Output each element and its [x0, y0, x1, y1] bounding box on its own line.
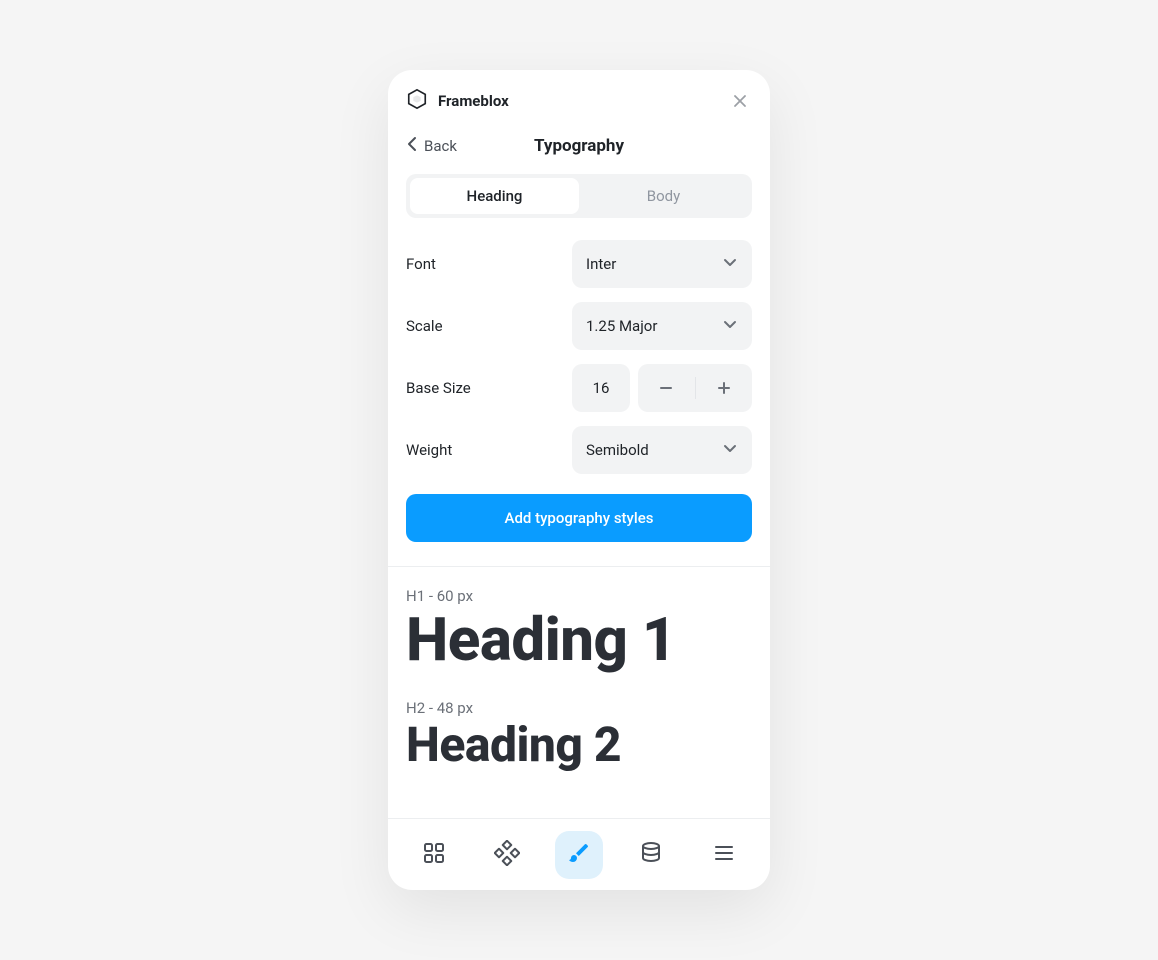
base-size-input[interactable]: 16: [572, 364, 630, 412]
increment-button[interactable]: [696, 364, 753, 412]
scale-row: Scale 1.25 Major: [406, 302, 752, 350]
decrement-button[interactable]: [638, 364, 695, 412]
nav-menu[interactable]: [700, 831, 748, 879]
font-label: Font: [406, 255, 436, 273]
logo-icon: [406, 88, 428, 114]
menu-icon: [712, 841, 736, 869]
chevron-down-icon: [722, 316, 738, 336]
tab-heading[interactable]: Heading: [410, 178, 579, 214]
typography-panel: Frameblox Back Typography Heading Body F…: [388, 70, 770, 890]
weight-select[interactable]: Semibold: [572, 426, 752, 474]
scale-select[interactable]: 1.25 Major: [572, 302, 752, 350]
weight-value: Semibold: [586, 441, 649, 459]
grid-icon: [422, 841, 446, 869]
font-row: Font Inter: [406, 240, 752, 288]
type-tabs: Heading Body: [406, 174, 752, 218]
scale-value: 1.25 Major: [586, 317, 657, 335]
base-size-row: Base Size 16: [406, 364, 752, 412]
controls: Font Inter Scale 1.25 Major Base Size 16: [388, 218, 770, 474]
h2-preview: H2 - 48 px Heading 2: [406, 699, 752, 772]
tab-body[interactable]: Body: [579, 178, 748, 214]
h2-meta: H2 - 48 px: [406, 699, 752, 717]
add-typography-styles-button[interactable]: Add typography styles: [406, 494, 752, 542]
brand-name: Frameblox: [438, 92, 509, 110]
weight-row: Weight Semibold: [406, 426, 752, 474]
font-select[interactable]: Inter: [572, 240, 752, 288]
weight-label: Weight: [406, 441, 452, 459]
chevron-left-icon: [406, 136, 418, 156]
base-size-controls: 16: [572, 364, 752, 412]
scale-label: Scale: [406, 317, 443, 335]
brush-icon: [567, 841, 591, 869]
base-size-label: Base Size: [406, 379, 471, 397]
base-size-stepper: [638, 364, 752, 412]
nav-data[interactable]: [627, 831, 675, 879]
brand: Frameblox: [406, 88, 509, 114]
sub-header: Back Typography: [388, 114, 770, 156]
nav-styles[interactable]: [555, 831, 603, 879]
h1-preview: H1 - 60 px Heading 1: [406, 587, 752, 673]
h1-meta: H1 - 60 px: [406, 587, 752, 605]
panel-header: Frameblox: [388, 70, 770, 114]
database-icon: [639, 841, 663, 869]
back-label: Back: [424, 137, 457, 155]
back-button[interactable]: Back: [406, 136, 457, 156]
font-value: Inter: [586, 255, 616, 273]
previews: H1 - 60 px Heading 1 H2 - 48 px Heading …: [388, 567, 770, 818]
chevron-down-icon: [722, 254, 738, 274]
nav-components[interactable]: [483, 831, 531, 879]
bottom-nav: [388, 818, 770, 890]
chevron-down-icon: [722, 440, 738, 460]
h1-sample: Heading 1: [406, 607, 752, 673]
close-button[interactable]: [728, 89, 752, 113]
nav-grid[interactable]: [410, 831, 458, 879]
diamond-grid-icon: [494, 840, 520, 870]
h2-sample: Heading 2: [406, 719, 752, 772]
